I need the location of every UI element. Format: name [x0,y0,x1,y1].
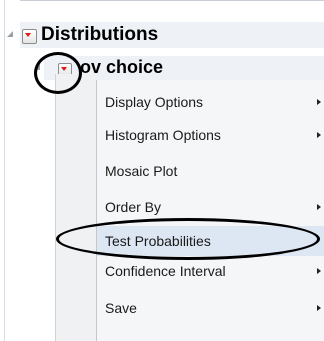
jmp-report-window: Distributions ov choice Display Options … [0,0,324,341]
menu-item-label: Save [105,300,137,316]
menu-item-confidence-interval[interactable]: Confidence Interval [97,256,324,286]
menu-item-label: Histogram Options [105,127,221,143]
menu-item-mosaic-plot[interactable]: Mosaic Plot [97,156,324,186]
menu-item-test-probabilities[interactable]: Test Probabilities [97,226,324,256]
menu-item-label: Confidence Interval [105,263,226,279]
red-triangle-menu: Display Options Histogram Options Mosaic… [96,80,324,341]
menu-item-label: Mosaic Plot [105,163,178,179]
submenu-arrow-icon [317,99,321,105]
distributions-red-triangle-button[interactable] [22,29,37,44]
submenu-arrow-icon [317,268,321,274]
panel-top-border [20,0,324,1]
disclosure-triangle-icon[interactable] [7,31,13,37]
distributions-title: Distributions [41,24,159,45]
menu-item-order-by[interactable]: Order By [97,192,324,222]
menu-item-label: Order By [105,199,162,215]
menu-item-display-options[interactable]: Display Options [97,87,324,117]
variable-disclosure-icon[interactable] [34,64,40,70]
menu-item-label: Test Probabilities [105,233,211,249]
submenu-arrow-icon [317,132,321,138]
menu-item-histogram-options[interactable]: Histogram Options [97,120,324,150]
submenu-arrow-icon [317,305,321,311]
menu-gutter [55,74,97,341]
menu-item-label: Display Options [105,94,204,110]
submenu-arrow-icon [317,204,321,210]
menu-item-save[interactable]: Save [97,293,324,323]
panel-left-border [4,0,5,341]
